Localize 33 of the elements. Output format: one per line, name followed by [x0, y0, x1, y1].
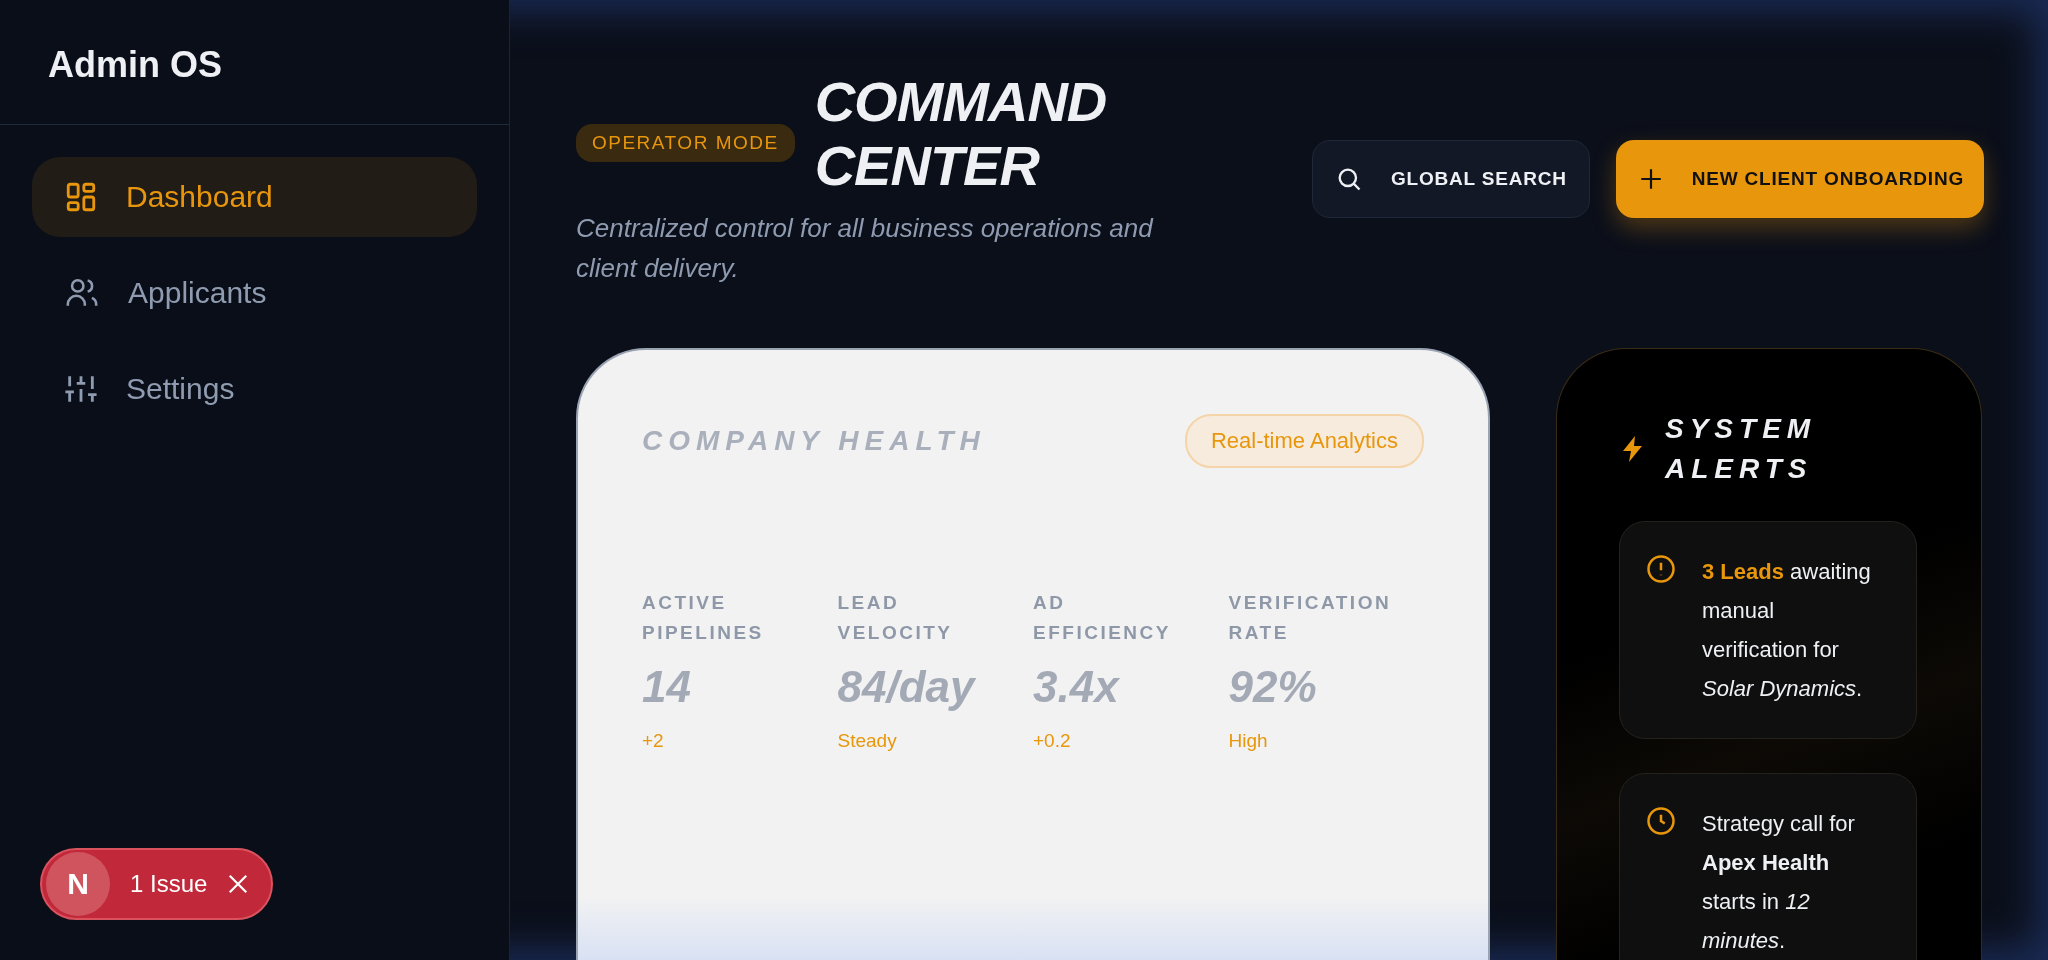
nav-item[interactable]: Settings: [32, 349, 477, 429]
metric-label: VERIFICATION RATE: [1228, 591, 1389, 645]
metric-value: 92%: [1228, 662, 1318, 712]
close-icon: [227, 873, 250, 895]
clock-icon: [1646, 806, 1676, 836]
framework-logo: N: [46, 852, 110, 916]
metric-label: AD EFFICIENCY: [1033, 591, 1172, 645]
dashboard-icon: [64, 180, 98, 214]
alert-text: 3 Leads awaiting manual verification for Solar Dynamics.: [1702, 558, 1872, 703]
metric-label: ACTIVE PIPELINES: [642, 591, 765, 645]
new-client-button[interactable]: NEW CLIENT ONBOARDING: [1615, 140, 1984, 218]
nav-item[interactable]: Applicants: [32, 253, 477, 333]
mode-badge: OPERATOR MODE: [576, 124, 795, 162]
metric-value: 14: [642, 662, 692, 712]
page-title: COMMAND CENTER: [814, 70, 1108, 198]
analytics-tag: Real-time Analytics: [1184, 414, 1424, 468]
global-search-button[interactable]: GLOBAL SEARCH: [1312, 140, 1590, 218]
metric-value: 84/day: [837, 662, 977, 712]
app-logo: Admin OS: [0, 0, 509, 125]
metric-label: LEAD VELOCITY: [837, 591, 954, 645]
issues-button[interactable]: N 1 Issue: [40, 848, 274, 920]
metric-value: 3.4x: [1033, 662, 1121, 712]
metric-change: Steady: [837, 730, 898, 752]
lightning-icon: [1621, 436, 1645, 462]
alert-text: Strategy call for Apex Health starts in 12 minutes.: [1702, 810, 1856, 955]
metric-change: +0.2: [1033, 730, 1072, 752]
card-title: COMPANY HEALTH: [642, 425, 986, 457]
alert-icon: [1646, 554, 1676, 584]
panel-title: SYSTEM ALERTS: [1665, 412, 1818, 486]
nav-item[interactable]: Dashboard: [32, 157, 477, 237]
metric-change: +2: [642, 730, 665, 752]
metric-change: High: [1228, 730, 1269, 752]
page-subtitle: Centralized control for all business operations and client delivery.: [576, 212, 1155, 285]
